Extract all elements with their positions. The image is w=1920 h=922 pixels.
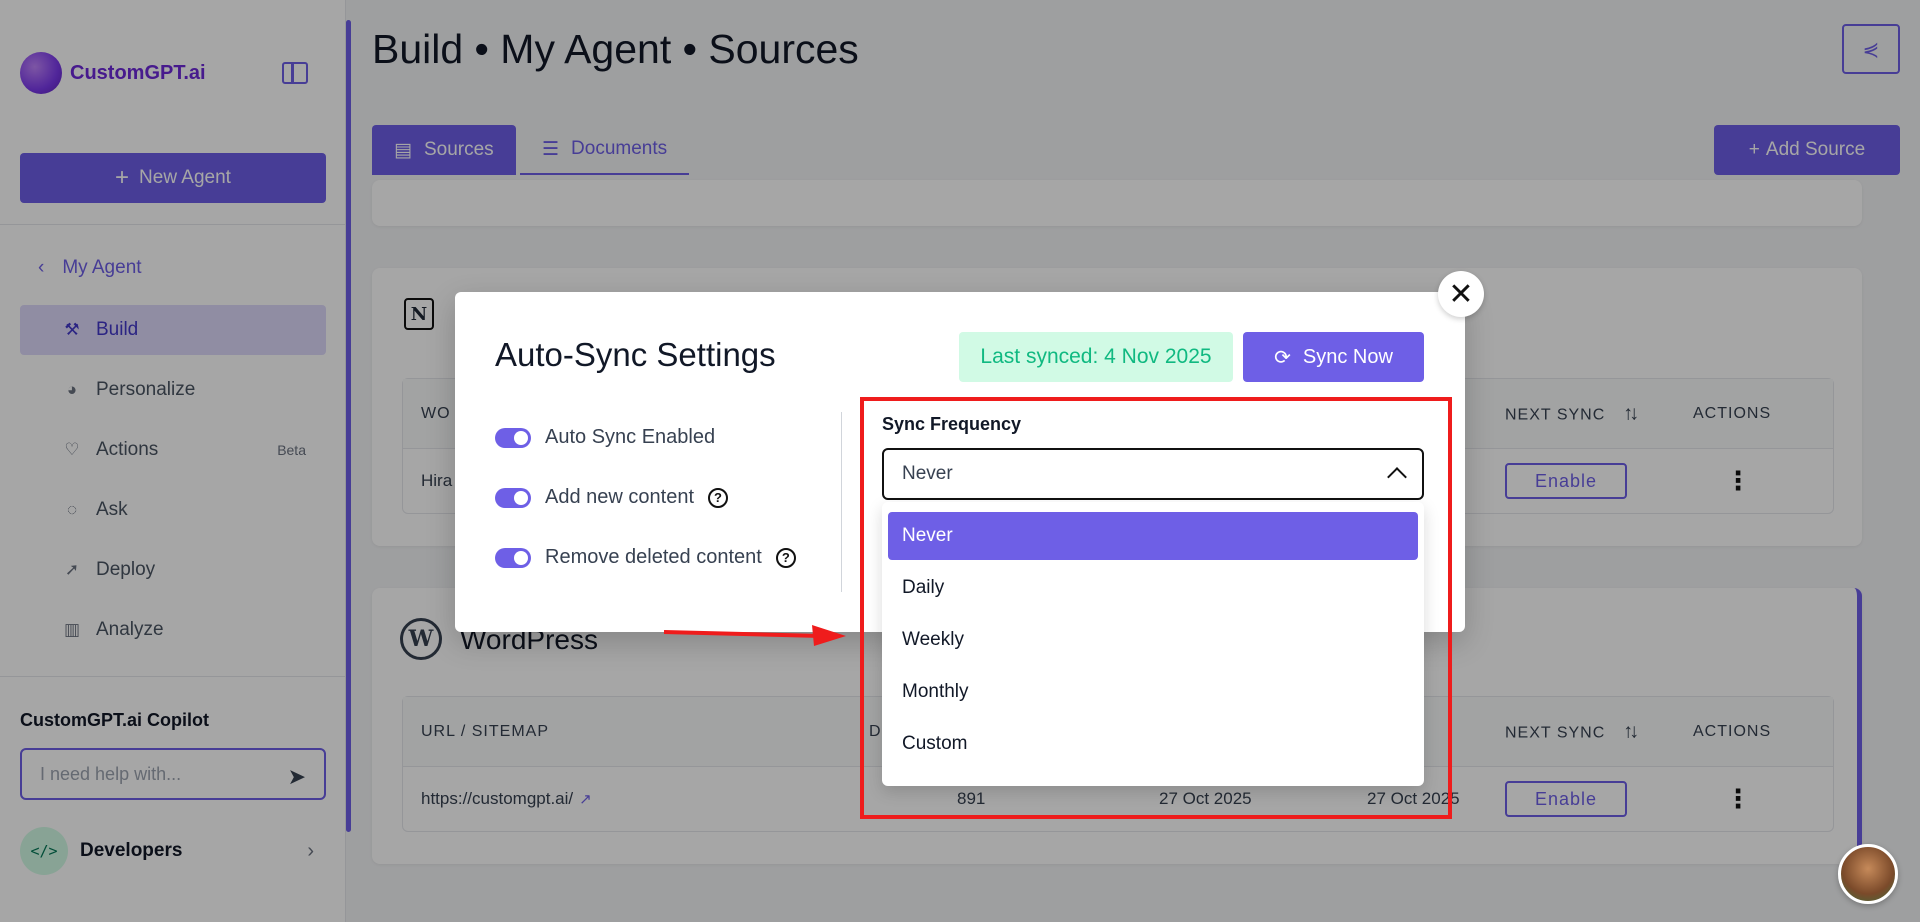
toggle-label: Remove deleted content bbox=[545, 546, 762, 568]
remove-content-toggle[interactable] bbox=[495, 547, 531, 568]
modal-title: Auto-Sync Settings bbox=[495, 336, 776, 373]
close-icon: ✕ bbox=[1448, 277, 1474, 311]
toggle-label: Add new content bbox=[545, 486, 694, 508]
last-synced-badge: Last synced: 4 Nov 2025 bbox=[959, 332, 1233, 382]
auto-sync-toggle-row: Auto Sync Enabled bbox=[495, 426, 715, 449]
modal-divider bbox=[841, 412, 842, 592]
help-icon[interactable]: ? bbox=[775, 547, 796, 568]
refresh-icon: ⟳ bbox=[1274, 346, 1291, 369]
support-avatar[interactable] bbox=[1838, 844, 1898, 904]
auto-sync-toggle[interactable] bbox=[495, 427, 531, 448]
sync-now-label: Sync Now bbox=[1302, 345, 1393, 368]
toggle-label: Auto Sync Enabled bbox=[545, 426, 716, 448]
add-content-toggle-row: Add new content ? bbox=[495, 486, 728, 509]
add-content-toggle[interactable] bbox=[495, 487, 531, 508]
close-modal-button[interactable]: ✕ bbox=[1438, 271, 1484, 317]
annotation-arrow-icon bbox=[663, 625, 846, 646]
help-icon[interactable]: ? bbox=[708, 487, 728, 508]
sync-now-button[interactable]: ⟳ Sync Now bbox=[1243, 332, 1424, 382]
remove-content-toggle-row: Remove deleted content ? bbox=[495, 546, 796, 569]
annotation-highlight-box bbox=[860, 397, 1452, 819]
